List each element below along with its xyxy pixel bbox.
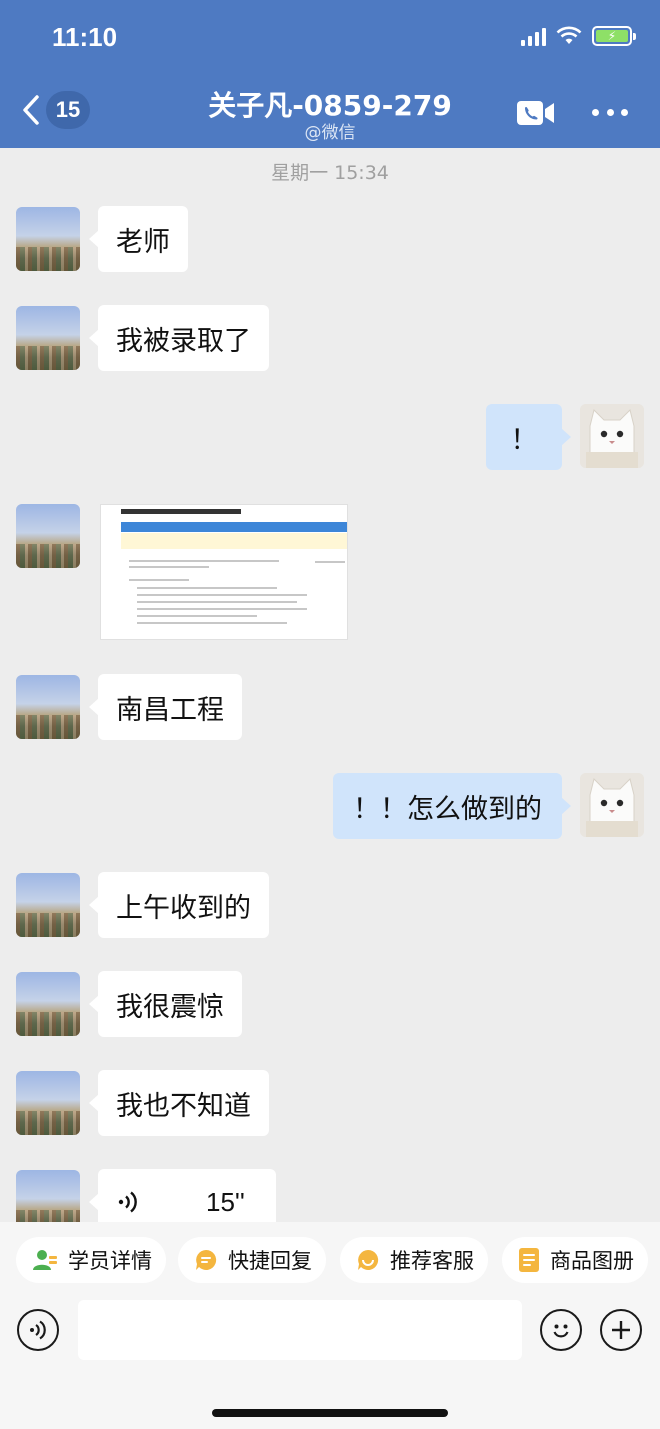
quick-action-label: 推荐客服: [390, 1249, 474, 1273]
voice-input-button[interactable]: [17, 1309, 59, 1351]
screenshot-nav: [121, 522, 347, 532]
screenshot-line: [137, 601, 297, 603]
status-icons: ⚡: [521, 26, 636, 46]
plus-icon: [612, 1321, 630, 1339]
contact-avatar[interactable]: [16, 873, 80, 937]
chat-header: 11:10 ⚡ 15 关子凡-0859-279 @微信: [0, 0, 660, 148]
quick-action-label: 快捷回复: [228, 1249, 312, 1273]
screenshot-line: [137, 587, 277, 589]
signal-icon: [521, 26, 546, 46]
battery-icon: ⚡: [592, 26, 636, 46]
screenshot-line: [137, 615, 257, 617]
screenshot-line: [137, 622, 287, 624]
chat-timestamp: 星期一 15:34: [271, 162, 389, 184]
voice-wave-icon: [118, 1191, 137, 1213]
quick-action-label: 商品图册: [550, 1249, 634, 1273]
contact-avatar[interactable]: [16, 207, 80, 271]
quick-action-quick-reply[interactable]: 快捷回复: [178, 1237, 326, 1283]
cat-avatar-icon: [580, 404, 644, 468]
video-call-button[interactable]: [516, 97, 556, 129]
person-card-icon: [33, 1250, 57, 1270]
contact-avatar[interactable]: [16, 972, 80, 1036]
home-indicator[interactable]: [212, 1409, 448, 1417]
contact-avatar[interactable]: [16, 675, 80, 739]
wifi-icon: [556, 26, 582, 44]
catalog-icon: [519, 1248, 539, 1272]
message-bubble[interactable]: 上午收到的: [89, 872, 269, 938]
quick-action-recommend-service[interactable]: 推荐客服: [340, 1237, 488, 1283]
emoji-icon: [553, 1324, 569, 1338]
status-time: 11:10: [52, 22, 118, 52]
quick-reply-icon: [196, 1249, 217, 1270]
screenshot-line: [129, 566, 209, 568]
message-bubble[interactable]: 南昌工程: [89, 674, 242, 740]
contact-avatar[interactable]: [16, 306, 80, 370]
screenshot-notice: [121, 533, 347, 549]
quick-action-bar: 学员详情 快捷回复 推荐客服 商品图册: [0, 1222, 660, 1298]
quick-action-label: 学员详情: [68, 1249, 152, 1273]
message-bubble-self[interactable]: ！！怎么做到的: [333, 773, 571, 839]
chat-subtitle: @微信: [304, 123, 356, 143]
voice-input-icon: [30, 1320, 46, 1340]
screenshot-line: [129, 560, 279, 562]
message-bubble[interactable]: 我被录取了: [89, 305, 269, 371]
message-bubble[interactable]: 我很震惊: [89, 971, 242, 1037]
message-bubble[interactable]: 我也不知道: [89, 1070, 269, 1136]
self-avatar[interactable]: [580, 404, 644, 468]
more-dot: [592, 108, 599, 116]
contact-avatar[interactable]: [16, 504, 80, 568]
more-button[interactable]: [592, 99, 628, 125]
quick-action-product-catalog[interactable]: 商品图册: [502, 1237, 648, 1283]
screenshot-line: [137, 594, 307, 596]
image-message[interactable]: [100, 504, 348, 640]
message-bubble[interactable]: 老师: [89, 206, 188, 272]
contact-avatar[interactable]: [16, 1071, 80, 1135]
video-call-icon: [517, 101, 554, 125]
screenshot-header: [101, 505, 347, 521]
service-icon: [358, 1249, 379, 1270]
message-input[interactable]: [78, 1300, 522, 1360]
screenshot-line: [129, 579, 189, 581]
plus-button[interactable]: [600, 1309, 642, 1351]
message-bubble-self[interactable]: ！: [486, 404, 571, 470]
screenshot-line: [137, 608, 307, 610]
voice-duration: 15'': [206, 1186, 245, 1217]
emoji-button[interactable]: [540, 1309, 582, 1351]
self-avatar[interactable]: [580, 773, 644, 837]
more-dot: [621, 108, 628, 116]
cat-avatar-icon: [580, 773, 644, 837]
screenshot-line: [315, 561, 345, 563]
quick-action-student-details[interactable]: 学员详情: [16, 1237, 166, 1283]
more-dot: [606, 108, 614, 116]
